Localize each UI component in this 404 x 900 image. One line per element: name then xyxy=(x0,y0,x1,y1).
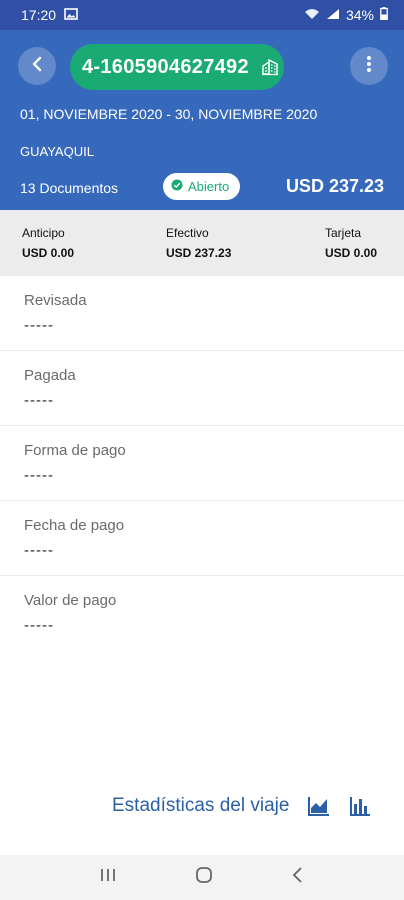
trip-header: 4-1605904627492 01, NOVIEMBRE 2020 - 30,… xyxy=(0,30,404,210)
trip-total: USD 237.23 xyxy=(285,176,384,196)
summary-label: Efectivo xyxy=(166,226,209,240)
field-value: ----- xyxy=(24,467,54,484)
field-label: Pagada xyxy=(24,367,76,384)
status-bar: 17:20 34% xyxy=(0,0,404,30)
building-icon xyxy=(261,58,279,76)
signal-icon xyxy=(326,7,340,23)
check-circle-icon xyxy=(171,179,183,194)
summary-value: USD 0.00 xyxy=(22,246,75,260)
recents-icon[interactable] xyxy=(99,867,117,888)
trip-stats-link[interactable]: Estadísticas del viaje xyxy=(112,795,289,817)
home-icon[interactable] xyxy=(194,865,214,890)
summary-item: Efectivo USD 237.23 xyxy=(166,226,231,260)
summary-value: USD 237.23 xyxy=(166,246,232,260)
status-time: 17:20 xyxy=(21,7,57,23)
field-value: ----- xyxy=(24,617,54,634)
city-label: GUAYAQUIL xyxy=(20,144,94,159)
field-label: Valor de pago xyxy=(24,592,117,609)
field-revisada: Revisada ----- xyxy=(0,276,404,351)
summary-item: Tarjeta USD 0.00 xyxy=(325,226,377,260)
field-fecha-de-pago: Fecha de pago ----- xyxy=(0,501,404,576)
field-pagada: Pagada ----- xyxy=(0,351,404,426)
field-value: ----- xyxy=(24,392,54,409)
nav-back-icon[interactable] xyxy=(291,866,305,889)
field-label: Revisada xyxy=(24,292,87,309)
more-icon xyxy=(366,55,372,78)
line-chart-icon[interactable] xyxy=(307,795,331,817)
summary-label: Tarjeta xyxy=(325,226,362,240)
trip-code: 4-1605904627492 xyxy=(82,55,249,78)
summary-label: Anticipo xyxy=(22,226,65,240)
trip-code-badge[interactable]: 4-1605904627492 xyxy=(70,44,284,90)
back-icon xyxy=(30,56,44,77)
detail-fields: Revisada ----- Pagada ----- Forma de pag… xyxy=(0,276,404,651)
system-nav-bar xyxy=(0,855,404,900)
trip-stats-bar: Estadísticas del viaje xyxy=(112,795,371,817)
payment-summary: Anticipo USD 0.00 Efectivo USD 237.23 Ta… xyxy=(0,210,404,276)
field-forma-de-pago: Forma de pago ----- xyxy=(0,426,404,501)
status-badge: Abierto xyxy=(163,173,240,200)
date-range: 01, NOVIEMBRE 2020 - 30, NOVIEMBRE 2020 xyxy=(20,106,318,122)
field-label: Fecha de pago xyxy=(24,517,125,534)
image-icon xyxy=(64,7,78,23)
summary-value: USD 0.00 xyxy=(325,246,378,260)
field-label: Forma de pago xyxy=(24,442,126,459)
back-button[interactable] xyxy=(18,47,56,85)
wifi-icon xyxy=(304,7,320,23)
bar-chart-icon[interactable] xyxy=(349,795,371,817)
status-text: Abierto xyxy=(188,179,230,194)
battery-icon xyxy=(380,7,388,23)
more-options-button[interactable] xyxy=(350,47,388,85)
battery-percent: 34% xyxy=(345,7,374,23)
field-value: ----- xyxy=(24,542,54,559)
field-value: ----- xyxy=(24,317,54,334)
summary-item: Anticipo USD 0.00 xyxy=(22,226,74,260)
documents-count[interactable]: 13 Documentos xyxy=(20,180,118,196)
field-valor-de-pago: Valor de pago ----- xyxy=(0,576,404,651)
